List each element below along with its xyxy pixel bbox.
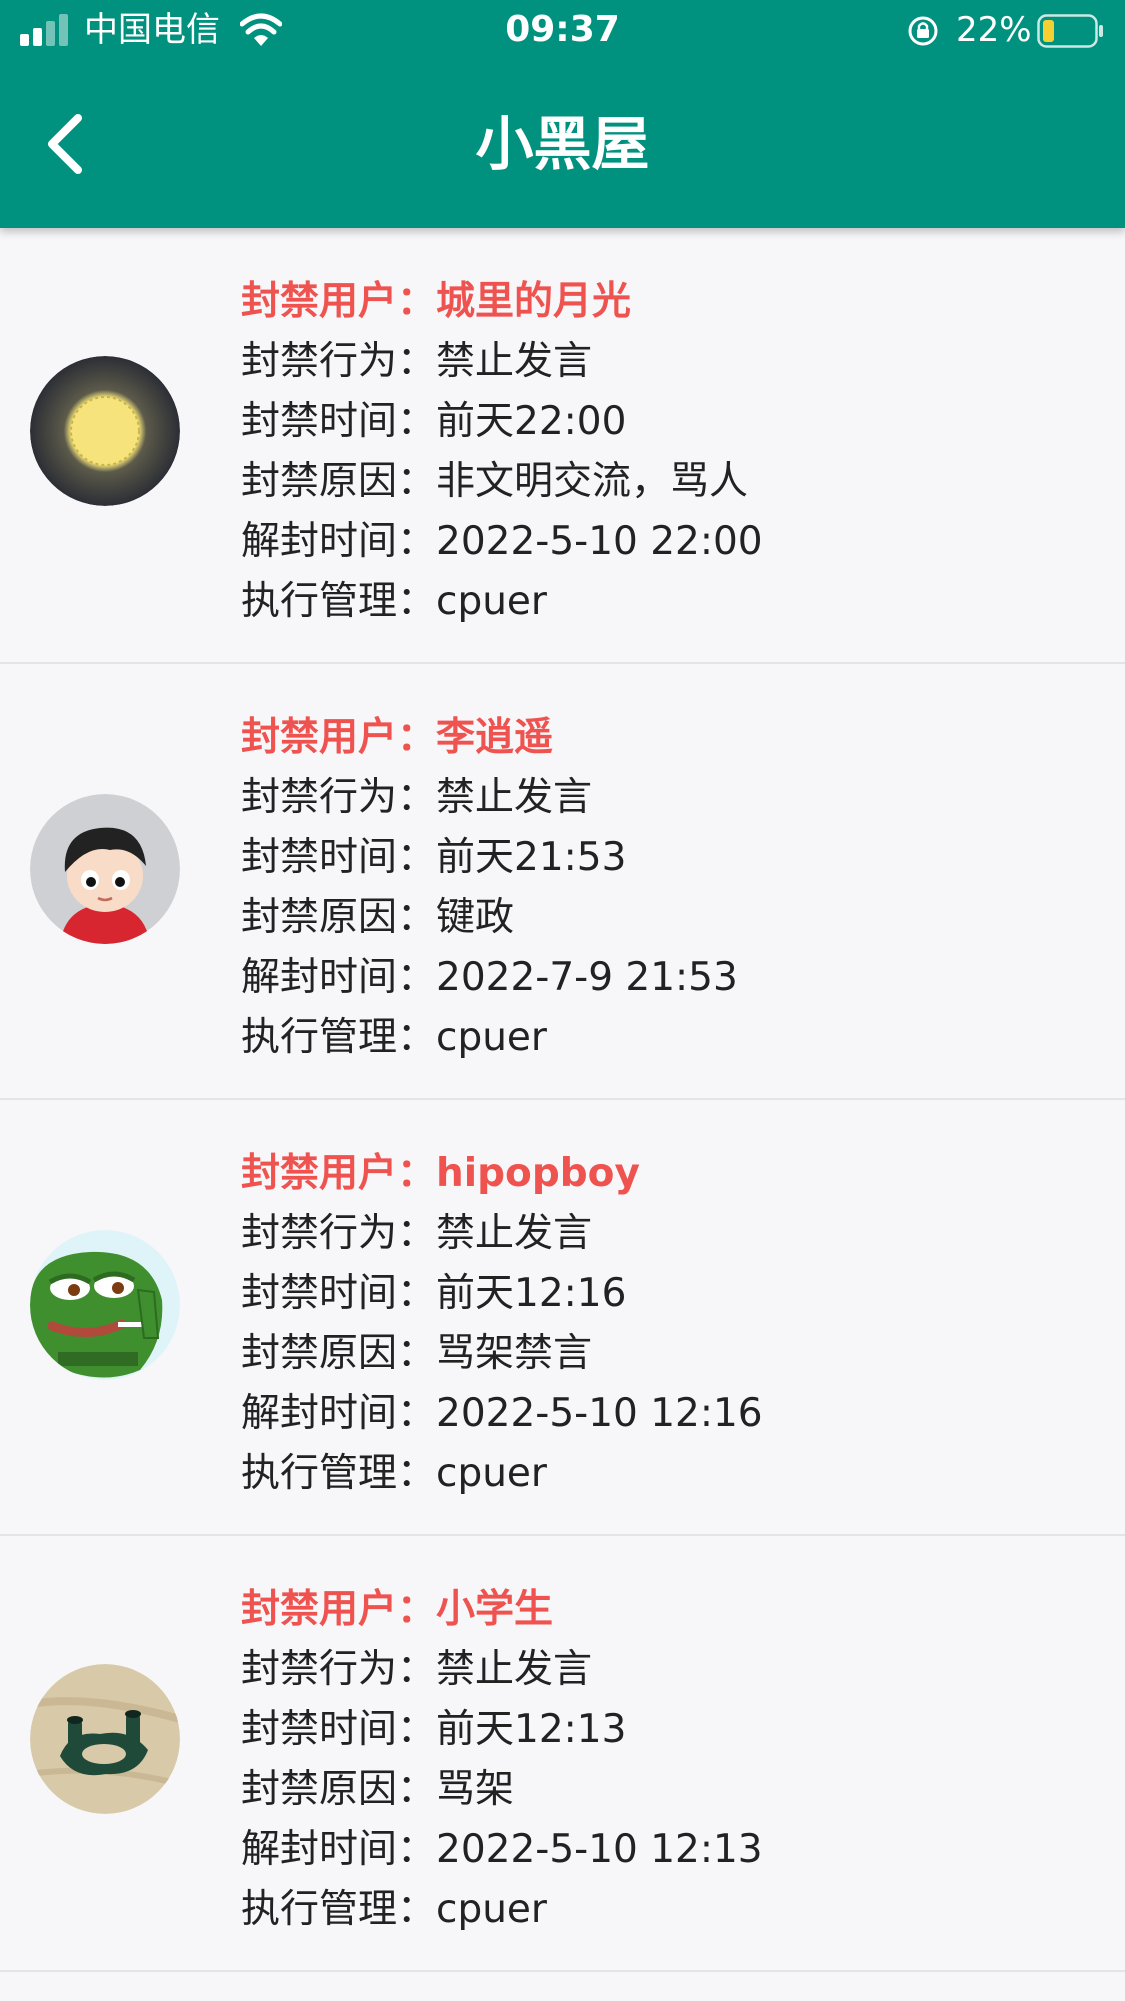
ban-reason: 封禁原因：非文明交流，骂人 <box>241 459 749 504</box>
banned-user[interactable]: 封禁用户：李逍遥 <box>241 708 1101 768</box>
unban-time: 解封时间：2022-5-10 22:00 <box>241 519 763 564</box>
ban-card[interactable]: 封禁用户：hipopboy 封禁行为：禁止发言 封禁时间：前天12:16 封禁原… <box>0 1100 1125 1536</box>
ban-admin: 执行管理：cpuer <box>241 1451 547 1496</box>
ban-time: 封禁时间：前天21:53 <box>241 835 627 880</box>
ban-list[interactable]: 封禁用户：城里的月光 封禁行为：禁止发言 封禁时间：前天22:00 封禁原因：非… <box>0 228 1125 1972</box>
frog-meme-avatar[interactable] <box>30 1230 180 1380</box>
ban-info: 封禁用户：hipopboy 封禁行为：禁止发言 封禁时间：前天12:16 封禁原… <box>241 1144 1101 1504</box>
cartoon-boy-avatar[interactable] <box>30 794 180 944</box>
ban-admin: 执行管理：cpuer <box>241 1887 547 1932</box>
ban-admin: 执行管理：cpuer <box>241 579 547 624</box>
header: 中国电信 09:37 22% 小黑屋 <box>0 0 1125 228</box>
ban-time: 封禁时间：前天12:16 <box>241 1271 627 1316</box>
page-title: 小黑屋 <box>475 110 650 178</box>
ban-reason: 封禁原因：骂架 <box>241 1767 515 1812</box>
plastic-part-avatar[interactable] <box>30 1664 180 1814</box>
moon-avatar[interactable] <box>30 356 180 506</box>
ban-action: 封禁行为：禁止发言 <box>241 339 593 384</box>
banned-user[interactable]: 封禁用户：hipopboy <box>241 1144 1101 1204</box>
unban-time: 解封时间：2022-5-10 12:16 <box>241 1391 763 1436</box>
orientation-lock-icon <box>908 16 938 46</box>
ban-card[interactable]: 封禁用户：小学生 封禁行为：禁止发言 封禁时间：前天12:13 封禁原因：骂架 … <box>0 1536 1125 1972</box>
ban-time: 封禁时间：前天12:13 <box>241 1707 627 1752</box>
ban-action: 封禁行为：禁止发言 <box>241 775 593 820</box>
ban-time: 封禁时间：前天22:00 <box>241 399 627 444</box>
ban-reason: 封禁原因：骂架禁言 <box>241 1331 593 1376</box>
nav-bar: 小黑屋 <box>0 64 1125 228</box>
ban-card[interactable]: 封禁用户：城里的月光 封禁行为：禁止发言 封禁时间：前天22:00 封禁原因：非… <box>0 228 1125 664</box>
unban-time: 解封时间：2022-5-10 12:13 <box>241 1827 763 1872</box>
ban-admin: 执行管理：cpuer <box>241 1015 547 1060</box>
ban-card[interactable]: 封禁用户：李逍遥 封禁行为：禁止发言 封禁时间：前天21:53 封禁原因：键政 … <box>0 664 1125 1100</box>
ban-action: 封禁行为：禁止发言 <box>241 1647 593 1692</box>
banned-user[interactable]: 封禁用户：小学生 <box>241 1580 1101 1640</box>
ban-info: 封禁用户：小学生 封禁行为：禁止发言 封禁时间：前天12:13 封禁原因：骂架 … <box>241 1580 1101 1940</box>
ban-info: 封禁用户：城里的月光 封禁行为：禁止发言 封禁时间：前天22:00 封禁原因：非… <box>241 272 1101 632</box>
ban-info: 封禁用户：李逍遥 封禁行为：禁止发言 封禁时间：前天21:53 封禁原因：键政 … <box>241 708 1101 1068</box>
status-bar: 中国电信 09:37 22% <box>0 0 1125 64</box>
app-screen: 中国电信 09:37 22% 小黑屋 封禁用户：城里的月光 封禁行为：禁止发言 … <box>0 0 1125 2001</box>
ban-action: 封禁行为：禁止发言 <box>241 1211 593 1256</box>
battery-percent: 22% <box>956 10 1032 50</box>
banned-user[interactable]: 封禁用户：城里的月光 <box>241 272 1101 332</box>
battery-icon <box>1037 14 1103 48</box>
ban-reason: 封禁原因：键政 <box>241 895 515 940</box>
unban-time: 解封时间：2022-7-9 21:53 <box>241 955 738 1000</box>
